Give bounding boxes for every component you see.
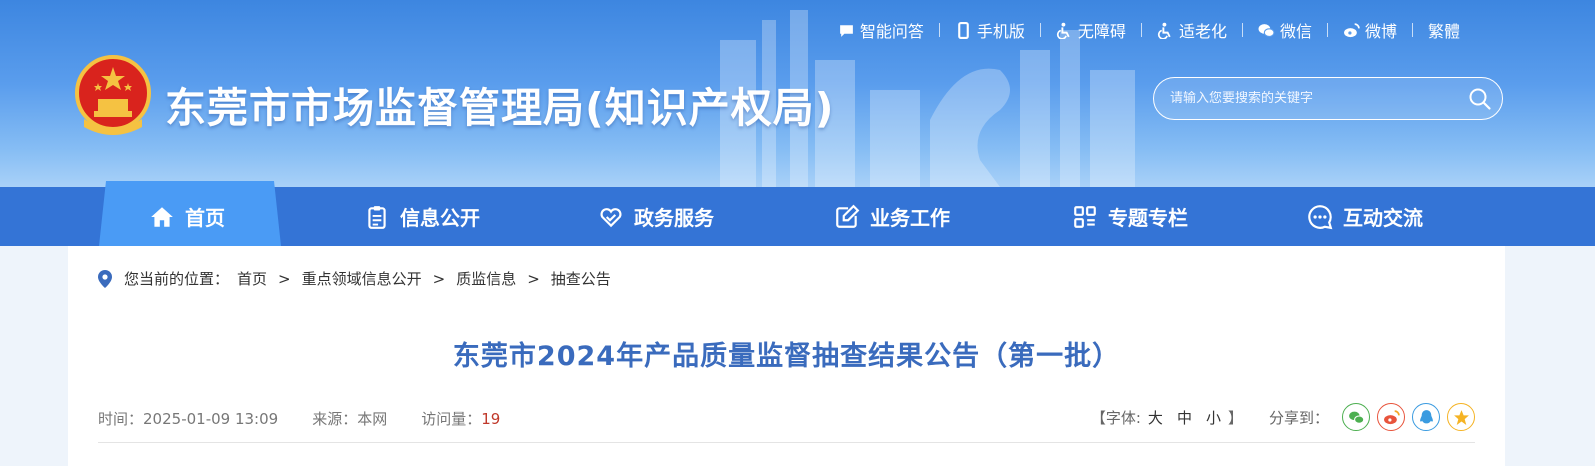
source-value: 本网	[357, 410, 388, 428]
chat-bubble-icon	[840, 24, 853, 37]
source-label: 来源：	[312, 410, 358, 428]
breadcrumb-separator: >	[527, 269, 540, 288]
toplink-traditional[interactable]: 繁體	[1413, 18, 1475, 42]
time-value: 2025-01-09 13:09	[143, 410, 279, 428]
views-label: 访问量：	[421, 410, 482, 428]
breadcrumb-separator: >	[432, 269, 446, 288]
share-qzone-button[interactable]	[1447, 403, 1475, 431]
article-source: 来源：本网	[312, 408, 387, 429]
nav-label: 政务服务	[634, 206, 714, 230]
article-container: 您当前的位置： 首页 > 重点领域信息公开 > 质监信息 > 抽查公告 东莞市2…	[68, 246, 1505, 466]
nav-item-info-public[interactable]: 信息公开	[364, 187, 480, 246]
elderly-care-icon	[1157, 22, 1171, 39]
weibo-icon	[1383, 409, 1400, 424]
nav-item-special-topics[interactable]: 专题专栏	[1072, 187, 1188, 246]
nav-label: 业务工作	[870, 206, 950, 230]
top-links: 智能问答 手机版 无障碍 适老化 微信 微博 繁體	[823, 18, 1475, 42]
search-icon	[1469, 88, 1491, 110]
breadcrumb-spot-check[interactable]: 抽查公告	[551, 268, 611, 289]
toplink-accessibility[interactable]: 无障碍	[1041, 18, 1141, 42]
breadcrumb-separator: >	[278, 269, 291, 288]
divider	[98, 442, 1475, 443]
breadcrumb-quality-info[interactable]: 质监信息	[456, 268, 516, 289]
wechat-icon	[1348, 411, 1364, 424]
font-size-close: 】	[1227, 408, 1243, 427]
national-emblem-logo	[75, 55, 151, 135]
site-header: 东莞市市场监督管理局(知识产权局) 智能问答 手机版 无障碍 适老化 微信 微博…	[0, 0, 1595, 187]
font-size-small[interactable]: 小	[1206, 407, 1221, 428]
toplink-label: 手机版	[976, 22, 1025, 41]
breadcrumb-key-areas[interactable]: 重点领域信息公开	[302, 268, 422, 289]
share-weibo-button[interactable]	[1377, 403, 1405, 431]
nav-label: 互动交流	[1343, 206, 1423, 230]
accessibility-icon	[1056, 22, 1070, 39]
nav-label: 首页	[185, 206, 225, 230]
chat-dots-icon	[1308, 204, 1333, 229]
toplink-weibo[interactable]: 微博	[1328, 18, 1412, 42]
toplink-elderly[interactable]: 适老化	[1142, 18, 1242, 42]
toplink-wechat[interactable]: 微信	[1243, 18, 1327, 42]
main-nav: 首页 信息公开 政务服务 业务工作 专题专栏 互动交流	[0, 181, 1595, 246]
share-label: 分享到：	[1268, 408, 1329, 427]
mobile-icon	[958, 21, 969, 39]
toplink-mobile[interactable]: 手机版	[940, 18, 1040, 42]
breadcrumb-prefix: 您当前的位置：	[124, 270, 230, 288]
toplink-label: 智能问答	[859, 22, 924, 41]
toplink-label: 繁體	[1427, 22, 1460, 41]
font-size-open: 【字体:	[1090, 408, 1141, 427]
search-input[interactable]	[1154, 91, 1458, 106]
article-tools: 【字体: 大 中 小 】 分享到：	[1091, 403, 1475, 431]
time-label: 时间：	[98, 410, 144, 428]
publish-time: 时间：2025-01-09 13:09	[98, 408, 278, 429]
nav-label: 专题专栏	[1108, 206, 1188, 230]
home-icon	[151, 206, 173, 227]
toplink-label: 微博	[1364, 22, 1397, 41]
edit-icon	[836, 204, 860, 228]
share-qq-button[interactable]	[1412, 403, 1440, 431]
nav-item-home[interactable]: 首页	[149, 187, 225, 246]
search-button[interactable]	[1458, 79, 1502, 119]
wechat-icon	[1258, 23, 1275, 37]
breadcrumb: 您当前的位置： 首页 > 重点领域信息公开 > 质监信息 > 抽查公告	[98, 268, 611, 289]
location-pin-icon	[98, 269, 112, 288]
grid-icon	[1074, 205, 1096, 228]
toplink-smart-qa[interactable]: 智能问答	[823, 18, 939, 42]
nav-item-interaction[interactable]: 互动交流	[1307, 187, 1423, 246]
nav-label: 信息公开	[400, 206, 480, 230]
breadcrumb-home[interactable]: 首页	[237, 268, 267, 289]
qq-icon	[1419, 409, 1433, 423]
font-size-large[interactable]: 大	[1148, 407, 1163, 428]
weibo-icon	[1344, 22, 1360, 37]
heart-hands-icon	[600, 207, 622, 227]
view-count: 访问量：19	[421, 408, 500, 429]
search-box	[1153, 77, 1503, 120]
toplink-label: 无障碍	[1077, 22, 1126, 41]
article-meta: 时间：2025-01-09 13:09 来源：本网 访问量：19	[98, 408, 500, 429]
toplink-label: 微信	[1279, 22, 1312, 41]
star-icon	[1453, 409, 1469, 425]
share-wechat-button[interactable]	[1342, 403, 1370, 431]
views-value: 19	[481, 410, 501, 428]
article-title: 东莞市2024年产品质量监督抽查结果公告（第一批）	[452, 341, 1121, 372]
site-title[interactable]: 东莞市市场监督管理局(知识产权局)	[165, 74, 834, 134]
toplink-label: 适老化	[1178, 22, 1227, 41]
font-size-medium[interactable]: 中	[1177, 407, 1192, 428]
nav-item-gov-service[interactable]: 政务服务	[598, 187, 714, 246]
clipboard-icon	[368, 205, 386, 229]
nav-item-business[interactable]: 业务工作	[834, 187, 950, 246]
